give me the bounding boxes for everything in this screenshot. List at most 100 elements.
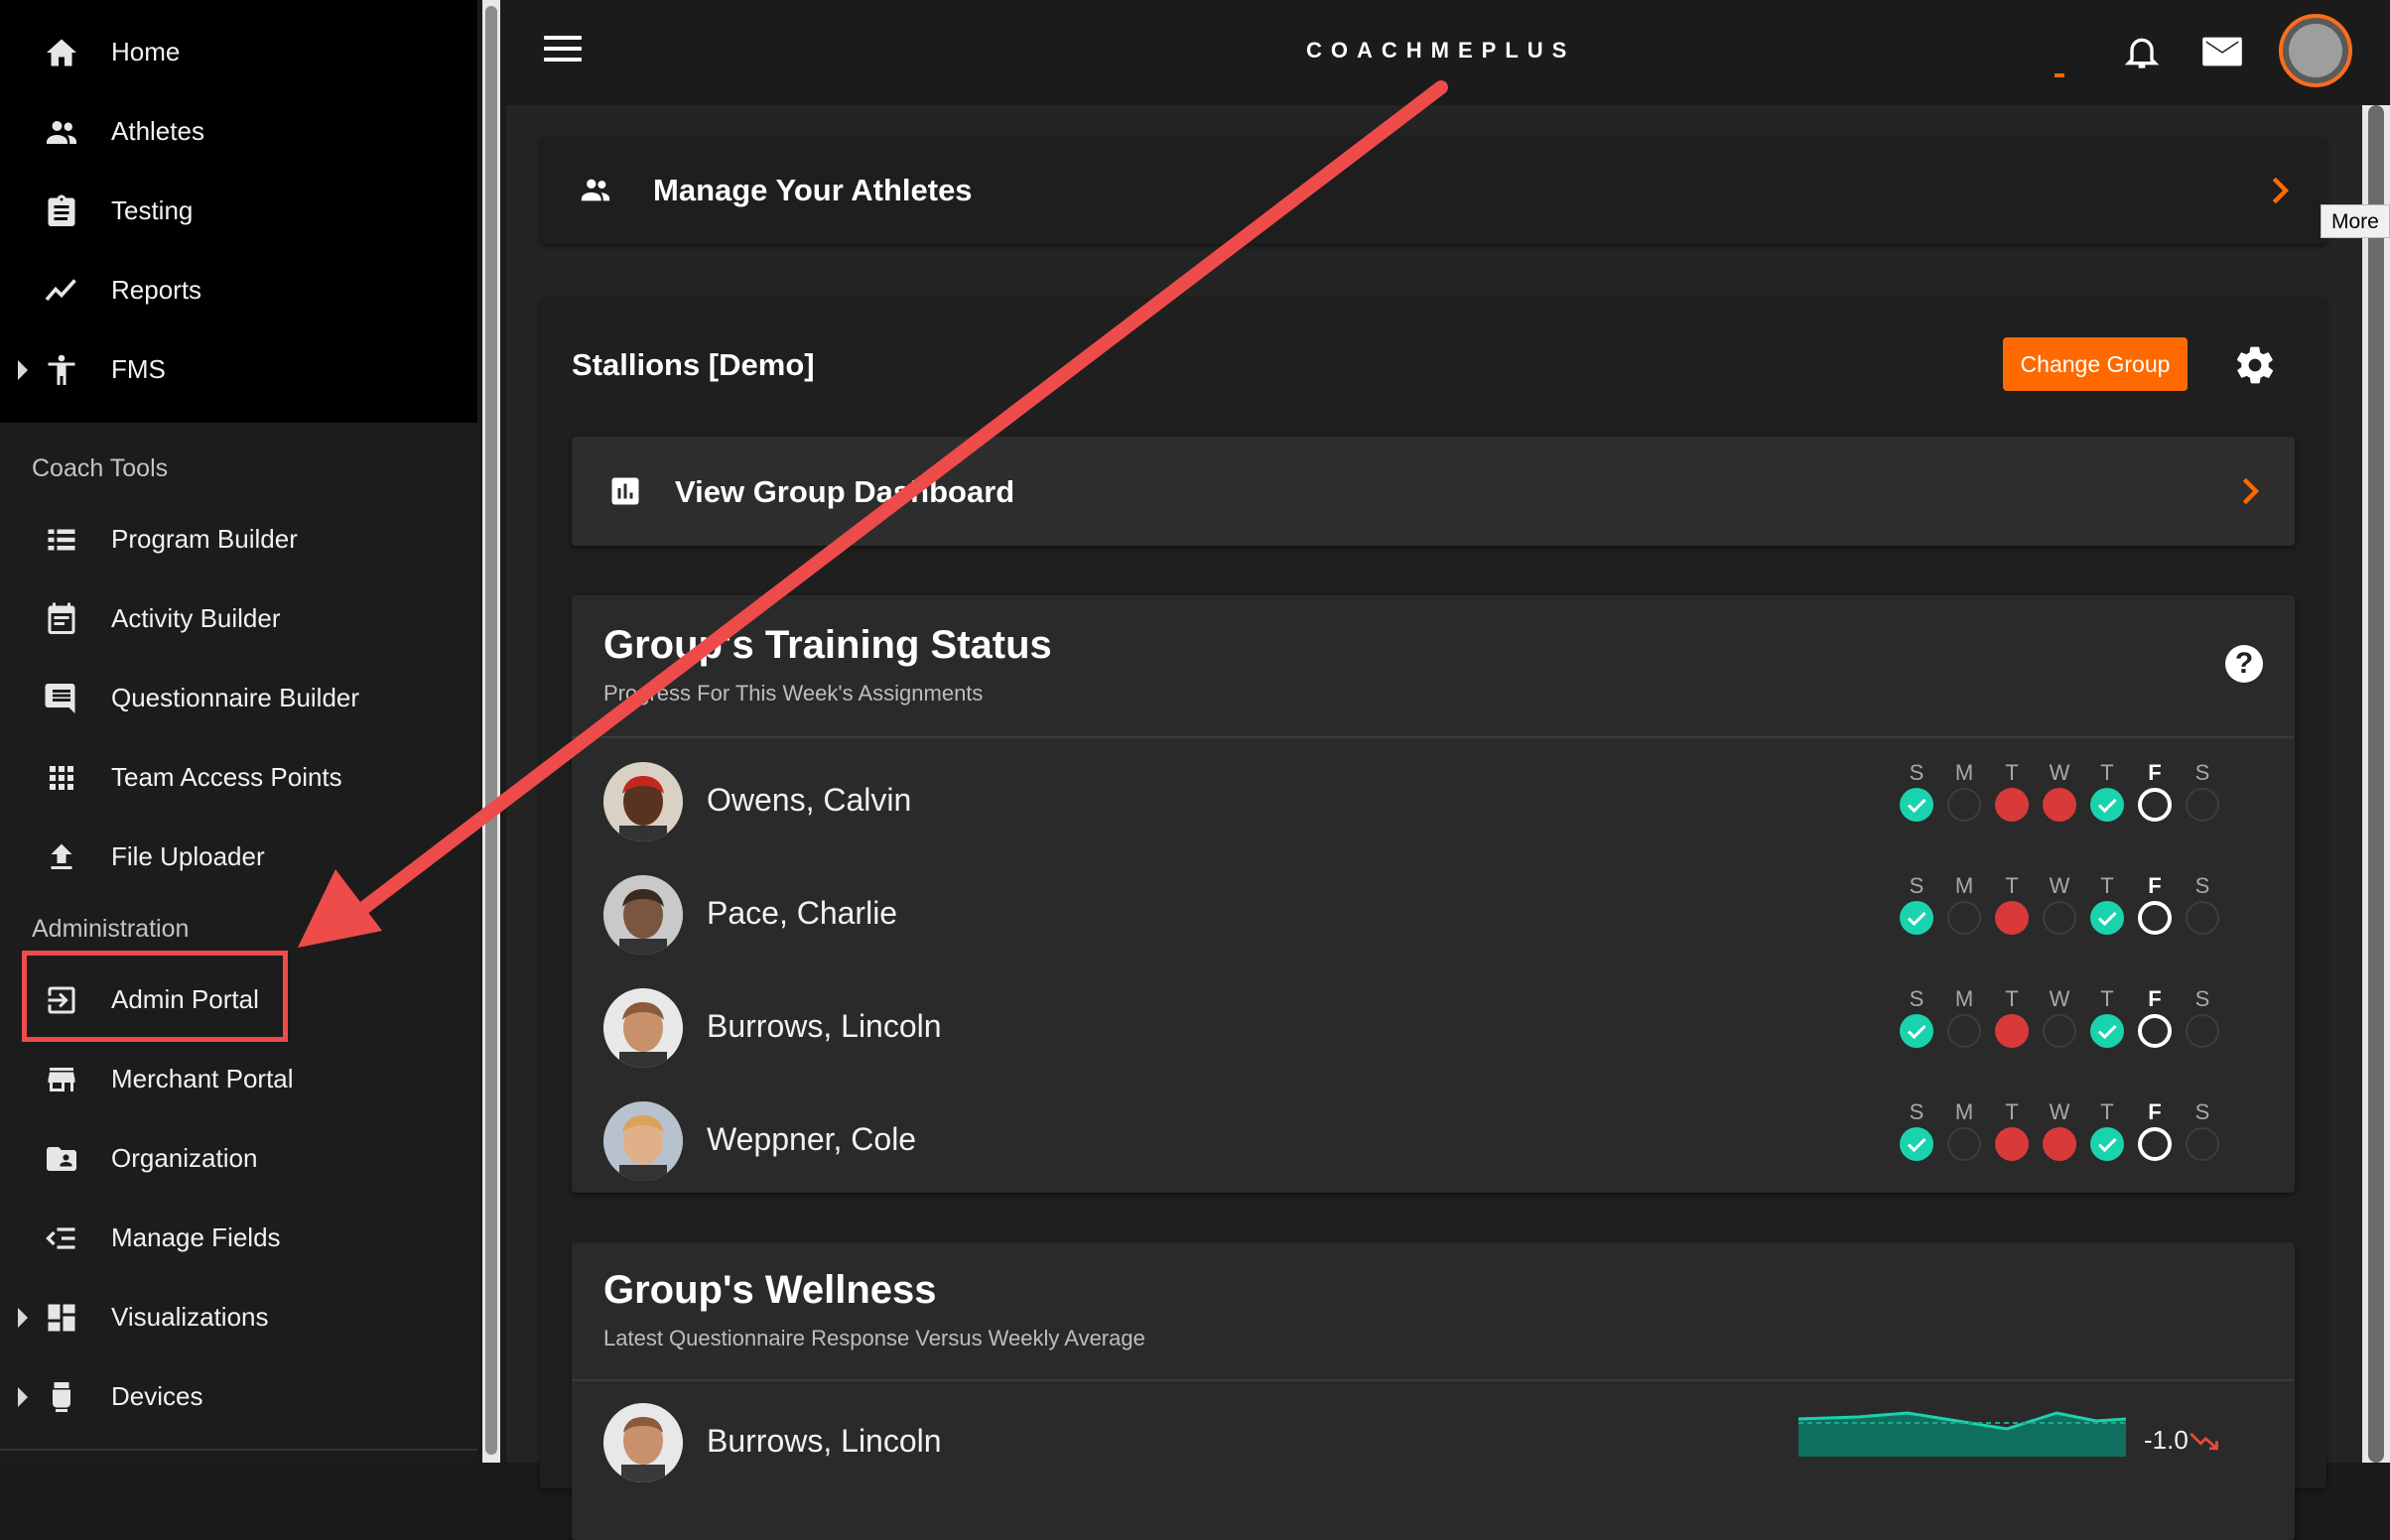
sidebar-item-organization[interactable]: Organization bbox=[0, 1129, 477, 1189]
status-indicator bbox=[2055, 73, 2064, 77]
day-status-done[interactable] bbox=[1900, 1014, 1933, 1048]
wellness-sparkline bbox=[1798, 1411, 2126, 1457]
sidebar-item-label: File Uploader bbox=[111, 841, 265, 871]
calendar-icon bbox=[41, 601, 82, 637]
day-status-none[interactable] bbox=[2186, 1014, 2219, 1048]
day-label: W bbox=[2049, 986, 2070, 1011]
manage-athletes-card[interactable]: Manage Your Athletes bbox=[540, 137, 2326, 244]
sidebar-item-athletes[interactable]: Athletes bbox=[0, 102, 477, 162]
day-status-none[interactable] bbox=[2186, 901, 2219, 935]
day-label: T bbox=[2005, 873, 2019, 898]
day-status-none[interactable] bbox=[1947, 901, 1981, 935]
day-status-none[interactable] bbox=[2186, 1127, 2219, 1161]
sidebar-divider bbox=[0, 1449, 477, 1451]
athlete-row[interactable]: Burrows, Lincoln S M T W T F S bbox=[572, 964, 2295, 1078]
upload-icon bbox=[41, 839, 82, 875]
sidebar-item-label: Program Builder bbox=[111, 524, 298, 554]
day-status-missed[interactable] bbox=[1995, 901, 2029, 935]
sidebar-item-label: Manage Fields bbox=[111, 1222, 281, 1252]
group-card: Stallions [Demo] Change Group View Group… bbox=[540, 298, 2326, 1540]
bell-icon[interactable] bbox=[2122, 30, 2162, 73]
expand-caret-icon[interactable] bbox=[18, 360, 28, 380]
day-status-none[interactable] bbox=[2043, 901, 2076, 935]
gear-icon[interactable] bbox=[2233, 343, 2277, 387]
day-label: T bbox=[2100, 873, 2114, 898]
main-scrollbar[interactable] bbox=[2362, 105, 2390, 1463]
sidebar-item-team-access-points[interactable]: Team Access Points bbox=[0, 748, 477, 808]
change-group-button[interactable]: Change Group bbox=[2003, 337, 2188, 391]
day-status-today[interactable] bbox=[2138, 1014, 2172, 1048]
sidebar-scrollbar[interactable] bbox=[482, 0, 500, 1463]
day-label: F bbox=[2148, 986, 2162, 1011]
hamburger-menu-icon[interactable] bbox=[544, 36, 582, 65]
day-status-done[interactable] bbox=[1900, 1127, 1933, 1161]
day-status-today[interactable] bbox=[2138, 788, 2172, 822]
day-status-none[interactable] bbox=[2043, 1014, 2076, 1048]
day-label: W bbox=[2049, 1099, 2070, 1124]
day-status-done[interactable] bbox=[2090, 901, 2124, 935]
day-label: T bbox=[2005, 760, 2019, 785]
user-avatar[interactable] bbox=[2279, 14, 2352, 87]
athlete-row[interactable]: Pace, Charlie S M T W T F S bbox=[572, 851, 2295, 964]
wellness-row[interactable]: Burrows, Lincoln -1.0 bbox=[572, 1381, 2295, 1500]
sidebar-item-label: Visualizations bbox=[111, 1302, 269, 1332]
list-icon bbox=[41, 522, 82, 558]
wellness-subtitle: Latest Questionnaire Response Versus Wee… bbox=[603, 1326, 1145, 1350]
sidebar-item-home[interactable]: Home bbox=[0, 23, 477, 82]
store-icon bbox=[41, 1062, 82, 1097]
main-scrollbar-thumb[interactable] bbox=[2368, 105, 2384, 1463]
sidebar-item-questionnaire-builder[interactable]: Questionnaire Builder bbox=[0, 669, 477, 728]
day-status-missed[interactable] bbox=[2043, 788, 2076, 822]
day-status-done[interactable] bbox=[2090, 1127, 2124, 1161]
sidebar-item-label: Devices bbox=[111, 1381, 203, 1411]
day-status-none[interactable] bbox=[2186, 788, 2219, 822]
day-status-missed[interactable] bbox=[1995, 788, 2029, 822]
sidebar-item-merchant-portal[interactable]: Merchant Portal bbox=[0, 1050, 477, 1109]
day-label: S bbox=[1909, 873, 1925, 898]
sidebar-item-devices[interactable]: Devices bbox=[0, 1367, 477, 1427]
day-label: T bbox=[2005, 1099, 2019, 1124]
sidebar-item-label: Team Access Points bbox=[111, 762, 342, 792]
day-status-missed[interactable] bbox=[1995, 1014, 2029, 1048]
day-status-today[interactable] bbox=[2138, 1127, 2172, 1161]
sidebar-item-fms[interactable]: FMS bbox=[0, 340, 477, 400]
day-status-today[interactable] bbox=[2138, 901, 2172, 935]
main-content: COACHMEPLUS Manage Your Athletes Stallio… bbox=[506, 0, 2390, 1540]
sidebar-item-testing[interactable]: Testing bbox=[0, 182, 477, 241]
day-status-none[interactable] bbox=[1947, 1014, 1981, 1048]
top-app-bar: COACHMEPLUS bbox=[506, 0, 2390, 105]
sidebar-item-label: Questionnaire Builder bbox=[111, 683, 360, 712]
sidebar-scrollbar-thumb[interactable] bbox=[485, 6, 497, 1455]
sidebar-item-label: Reports bbox=[111, 275, 202, 305]
sidebar-item-visualizations[interactable]: Visualizations bbox=[0, 1288, 477, 1348]
athlete-row[interactable]: Weppner, Cole S M T W T F S bbox=[572, 1078, 2295, 1191]
day-label: W bbox=[2049, 760, 2070, 785]
day-status-done[interactable] bbox=[2090, 1014, 2124, 1048]
playlist-icon bbox=[41, 1220, 82, 1256]
day-status-none[interactable] bbox=[1947, 1127, 1981, 1161]
expand-caret-icon[interactable] bbox=[18, 1387, 28, 1407]
athletes-icon bbox=[581, 179, 610, 201]
day-status-missed[interactable] bbox=[2043, 1127, 2076, 1161]
athlete-avatar bbox=[603, 875, 683, 955]
athlete-avatar bbox=[603, 988, 683, 1068]
expand-caret-icon[interactable] bbox=[18, 1308, 28, 1328]
sidebar: Home Athletes Testing Reports FMS Coach … bbox=[0, 0, 477, 1463]
sidebar-item-file-uploader[interactable]: File Uploader bbox=[0, 828, 477, 887]
sidebar-item-reports[interactable]: Reports bbox=[0, 261, 477, 321]
day-status-done[interactable] bbox=[1900, 788, 1933, 822]
athlete-row[interactable]: Owens, Calvin S M T W T F S bbox=[572, 738, 2295, 851]
help-icon[interactable]: ? bbox=[2225, 645, 2263, 683]
day-status-done[interactable] bbox=[2090, 788, 2124, 822]
home-icon bbox=[41, 35, 82, 70]
day-status-missed[interactable] bbox=[1995, 1127, 2029, 1161]
day-status-none[interactable] bbox=[1947, 788, 1981, 822]
sidebar-item-manage-fields[interactable]: Manage Fields bbox=[0, 1209, 477, 1268]
view-group-dashboard-card[interactable]: View Group Dashboard bbox=[572, 437, 2295, 546]
day-label: F bbox=[2148, 873, 2162, 898]
mail-icon[interactable] bbox=[2200, 34, 2244, 69]
athlete-name: Burrows, Lincoln bbox=[707, 1008, 942, 1044]
sidebar-item-activity-builder[interactable]: Activity Builder bbox=[0, 589, 477, 649]
sidebar-item-program-builder[interactable]: Program Builder bbox=[0, 510, 477, 570]
day-status-done[interactable] bbox=[1900, 901, 1933, 935]
